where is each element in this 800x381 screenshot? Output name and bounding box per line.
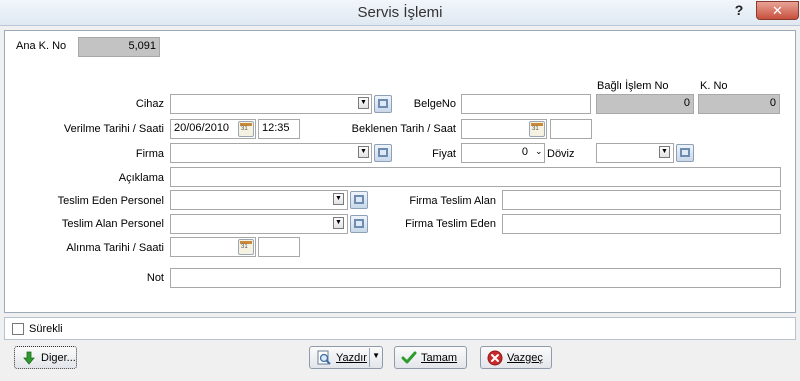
not-field[interactable] [170,268,781,288]
print-preview-icon [316,350,332,366]
verilme-calendar-icon[interactable]: 31 [238,121,254,137]
teslim-eden-dropdown-icon[interactable]: ▼ [333,193,344,205]
cihaz-combobox[interactable] [170,94,372,114]
teslim-eden-personel-label: Teslim Eden Personel [57,195,164,207]
yazdir-button[interactable]: Yazdır ▼ [309,346,383,369]
cihaz-label: Cihaz [135,98,164,110]
beklenen-time-field[interactable] [550,119,592,139]
close-button[interactable]: ✕ [756,1,799,20]
ana-k-no-field: 5,091 [78,37,160,57]
k-no-field: 0 [698,94,780,114]
cancel-icon [487,350,503,366]
aciklama-field[interactable] [170,167,781,187]
yazdir-split-divider [369,348,370,367]
firma-dropdown-icon[interactable]: ▼ [358,146,369,158]
teslim-alan-personel-combobox[interactable] [170,214,348,234]
beklenen-label: Beklenen Tarih / Saat [351,123,456,135]
window-title: Servis İşlemi [357,4,443,21]
firma-combobox[interactable] [170,143,372,163]
checkmark-icon [401,350,417,366]
aciklama-label: Açıklama [118,172,164,184]
tamam-label: Tamam [421,351,458,364]
tamam-button[interactable]: Tamam [394,346,467,369]
diger-label: Diger... [41,351,76,364]
not-label: Not [146,272,164,284]
doviz-label: Döviz [547,148,575,160]
bagli-islem-no-label: Bağlı İşlem No [597,80,669,92]
firma-teslim-alan-field[interactable] [502,190,781,210]
firma-teslim-alan-label: Firma Teslim Alan [409,195,496,207]
cihaz-dropdown-icon[interactable]: ▼ [358,97,369,109]
title-bar: Servis İşlemi ? ✕ [0,0,800,26]
diger-button[interactable]: Diger... [14,346,77,369]
vazgec-label: Vazgeç [507,351,543,364]
verilme-label: Verilme Tarihi / Saati [63,123,164,135]
belgeno-field[interactable] [461,94,591,114]
arrow-down-icon [21,350,37,366]
surekli-checkbox[interactable] [12,323,24,335]
fiyat-field[interactable]: 0 [461,143,545,163]
doviz-dropdown-icon[interactable]: ▼ [659,146,670,158]
doviz-lookup-icon[interactable] [676,144,694,162]
teslim-eden-personel-combobox[interactable] [170,190,348,210]
fiyat-spinner-icon[interactable]: ⌄ [535,146,543,157]
alinma-label: Alınma Tarihi / Saati [66,242,164,254]
belgeno-label: BelgeNo [413,98,456,110]
options-panel: Sürekli [4,317,796,340]
yazdir-dropdown-icon[interactable]: ▼ [372,351,380,360]
surekli-label: Sürekli [29,323,63,335]
k-no-label: K. No [700,80,728,92]
vazgec-button[interactable]: Vazgeç [480,346,552,369]
teslim-eden-lookup-icon[interactable] [350,191,368,209]
teslim-alan-personel-label: Teslim Alan Personel [61,218,164,230]
fiyat-label: Fiyat [432,148,456,160]
teslim-alan-dropdown-icon[interactable]: ▼ [333,217,344,229]
firma-lookup-icon[interactable] [374,144,392,162]
alinma-calendar-icon[interactable]: 31 [238,239,254,255]
ana-k-no-label: Ana K. No [16,40,67,52]
firma-label: Firma [135,148,164,160]
firma-teslim-eden-field[interactable] [502,214,781,234]
yazdir-label: Yazdır [336,351,367,364]
verilme-time-field[interactable]: 12:35 [258,119,300,139]
bagli-islem-no-field: 0 [596,94,694,114]
beklenen-calendar-icon[interactable]: 31 [529,121,545,137]
help-button[interactable]: ? [732,2,746,22]
alinma-time-field[interactable] [258,237,300,257]
firma-teslim-eden-label: Firma Teslim Eden [405,218,496,230]
teslim-alan-lookup-icon[interactable] [350,215,368,233]
